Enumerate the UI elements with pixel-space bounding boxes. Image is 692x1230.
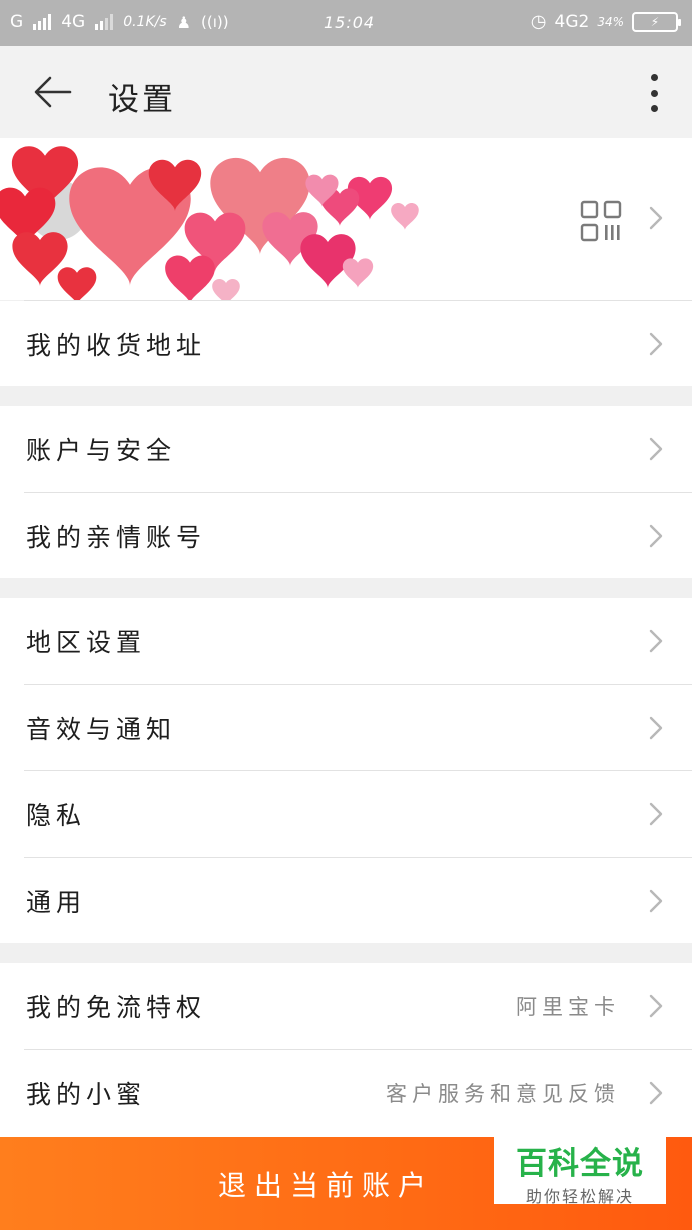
battery-icon: ⚡	[632, 11, 681, 32]
hearts-sticker	[0, 146, 419, 300]
settings-item-label: 地区设置	[26, 628, 147, 657]
dot-icon	[650, 74, 658, 81]
alarm-icon: ◷	[530, 11, 547, 32]
dot-icon	[650, 105, 658, 112]
network-label: 4G	[61, 12, 86, 32]
carrier-label: G	[10, 12, 24, 32]
settings-item-label: 隐私	[26, 801, 87, 830]
hotspot-icon: ((ı))	[201, 13, 229, 31]
title-bar: 设置	[0, 46, 692, 138]
settings-item-label: 音效与通知	[26, 715, 177, 744]
signal-icon	[33, 14, 52, 30]
settings-item-value: 客户服务和意见反馈	[386, 1082, 620, 1106]
chevron-right-icon	[649, 629, 663, 653]
watermark-subtitle: 助你轻松解决	[525, 1187, 634, 1206]
watermark-logo: 百科全说 助你轻松解决	[494, 1134, 666, 1206]
chevron-right-icon	[649, 206, 663, 230]
speed-label: 0.1K/s	[123, 14, 167, 30]
settings-item-label: 我的收货地址	[26, 330, 207, 360]
back-arrow-icon	[34, 76, 72, 108]
watermark-title: 百科全说	[516, 1146, 644, 1182]
clock: 15:04	[324, 13, 376, 32]
settings-item-label: 我的小蜜	[26, 1080, 147, 1109]
settings-item-account-security[interactable]: 账户与安全	[0, 406, 692, 492]
settings-item-family-account[interactable]: 我的亲情账号	[0, 493, 692, 579]
chevron-right-icon	[649, 802, 663, 826]
more-options-button[interactable]	[646, 74, 662, 112]
chevron-right-icon	[649, 1081, 663, 1105]
page-title: 设置	[108, 82, 176, 118]
settings-item-privacy[interactable]: 隐私	[0, 771, 692, 857]
chevron-right-icon	[649, 332, 663, 356]
chevron-right-icon	[649, 889, 663, 913]
settings-item-free-data[interactable]: 我的免流特权 阿里宝卡	[0, 963, 692, 1049]
signal-icon-2	[95, 14, 114, 30]
chevron-right-icon	[649, 524, 663, 548]
chevron-right-icon	[649, 716, 663, 740]
chevron-right-icon	[649, 437, 663, 461]
profile-row[interactable]	[0, 138, 692, 300]
settings-item-general[interactable]: 通用	[0, 858, 692, 944]
settings-item-label: 账户与安全	[26, 436, 177, 465]
settings-item-assistant[interactable]: 我的小蜜 客户服务和意见反馈	[0, 1050, 692, 1136]
settings-item-label: 通用	[26, 888, 87, 917]
status-bar: G 4G 0.1K/s ♟ ((ı)) 15:04 ◷ 4G2 34% ⚡	[0, 0, 692, 46]
settings-item-label: 我的亲情账号	[26, 523, 207, 552]
settings-screen: G 4G 0.1K/s ♟ ((ı)) 15:04 ◷ 4G2 34% ⚡ 设置	[0, 0, 692, 1230]
back-button[interactable]	[30, 72, 74, 112]
settings-item-region[interactable]: 地区设置	[0, 598, 692, 684]
network-right-label: 4G2	[554, 11, 590, 32]
settings-item-sound-notify[interactable]: 音效与通知	[0, 685, 692, 771]
qq-icon: ♟	[176, 12, 191, 32]
logout-label: 退出当前账户	[217, 1168, 434, 1202]
settings-item-label: 我的免流特权	[26, 993, 207, 1022]
settings-item-value: 阿里宝卡	[516, 995, 620, 1019]
settings-item-address[interactable]: 我的收货地址	[0, 301, 692, 386]
chevron-right-icon	[649, 994, 663, 1018]
battery-percent: 34%	[597, 14, 624, 29]
qrcode-icon[interactable]	[580, 200, 622, 242]
dot-icon	[650, 89, 658, 97]
charging-icon: ⚡	[650, 14, 660, 29]
